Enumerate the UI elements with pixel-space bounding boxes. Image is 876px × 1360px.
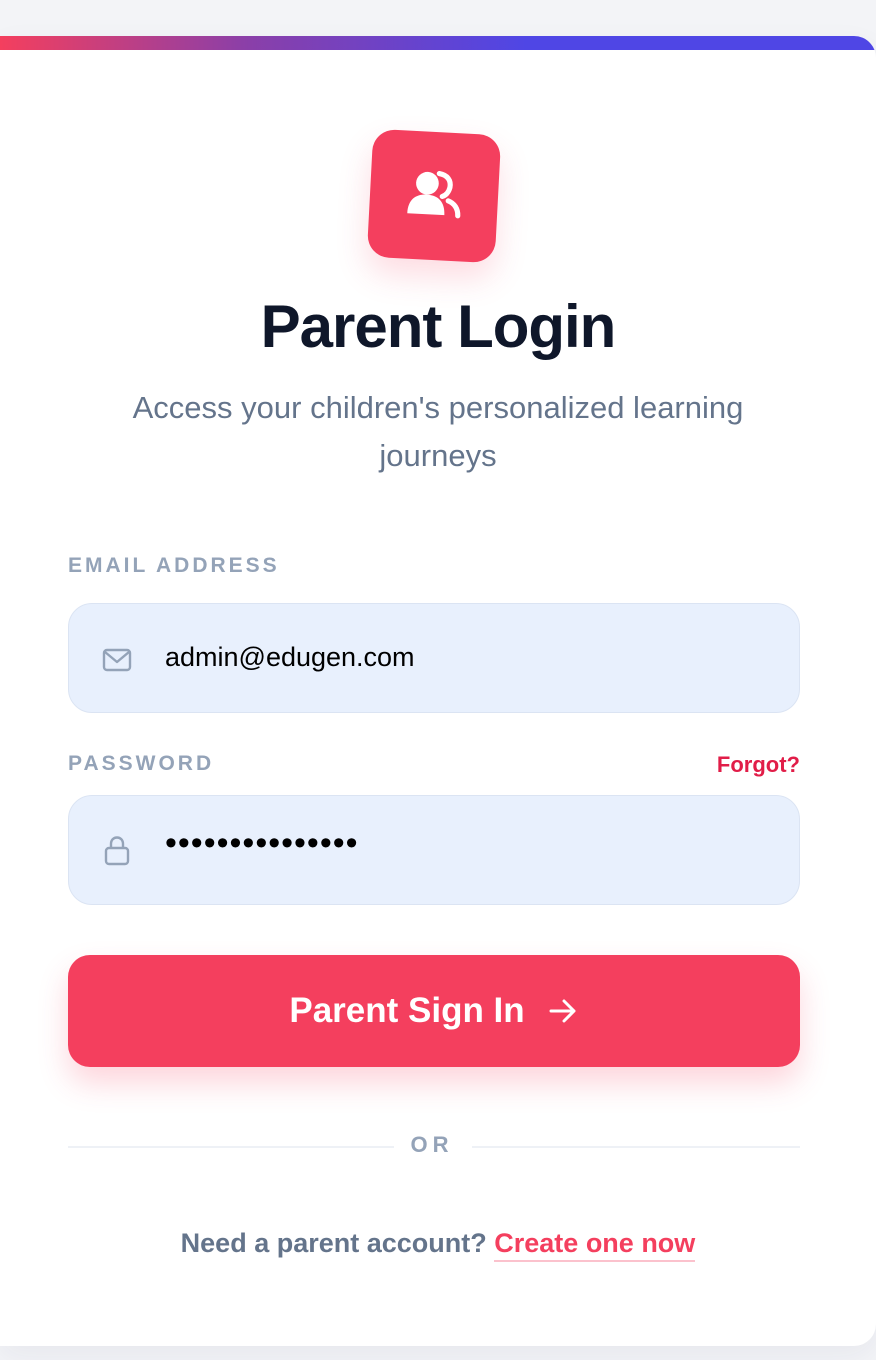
logo-tile xyxy=(366,128,502,264)
arrow-right-icon xyxy=(549,999,576,1023)
or-divider-text: OR xyxy=(410,1132,454,1157)
login-card: Parent Login Access your children's pers… xyxy=(0,36,876,1346)
lock-icon xyxy=(104,836,130,866)
page-title: Parent Login xyxy=(260,293,617,360)
email-field[interactable]: admin@edugen.com xyxy=(68,603,800,713)
email-label: EMAIL ADDRESS xyxy=(68,554,280,577)
password-field[interactable]: ••••••••••••••• xyxy=(68,795,800,905)
signup-prompt-text: Need a parent account? xyxy=(180,1228,487,1258)
password-value[interactable]: ••••••••••••••• xyxy=(165,790,359,897)
signup-prompt: Need a parent account? Create one now xyxy=(0,1228,876,1262)
email-value[interactable]: admin@edugen.com xyxy=(165,604,415,711)
sign-in-label: Parent Sign In xyxy=(289,991,525,1030)
gradient-top-bar xyxy=(0,36,876,50)
mail-icon xyxy=(102,648,132,672)
parent-sign-in-button[interactable]: Parent Sign In xyxy=(68,955,800,1067)
divider-line-left xyxy=(68,1146,394,1148)
password-label: PASSWORD xyxy=(68,752,215,775)
page-subtitle: Access your children's personalized lear… xyxy=(132,390,744,473)
forgot-password-link[interactable]: Forgot? xyxy=(717,752,800,778)
users-icon xyxy=(407,170,461,219)
divider-line-right xyxy=(472,1146,800,1148)
create-account-link[interactable]: Create one now xyxy=(494,1228,696,1262)
